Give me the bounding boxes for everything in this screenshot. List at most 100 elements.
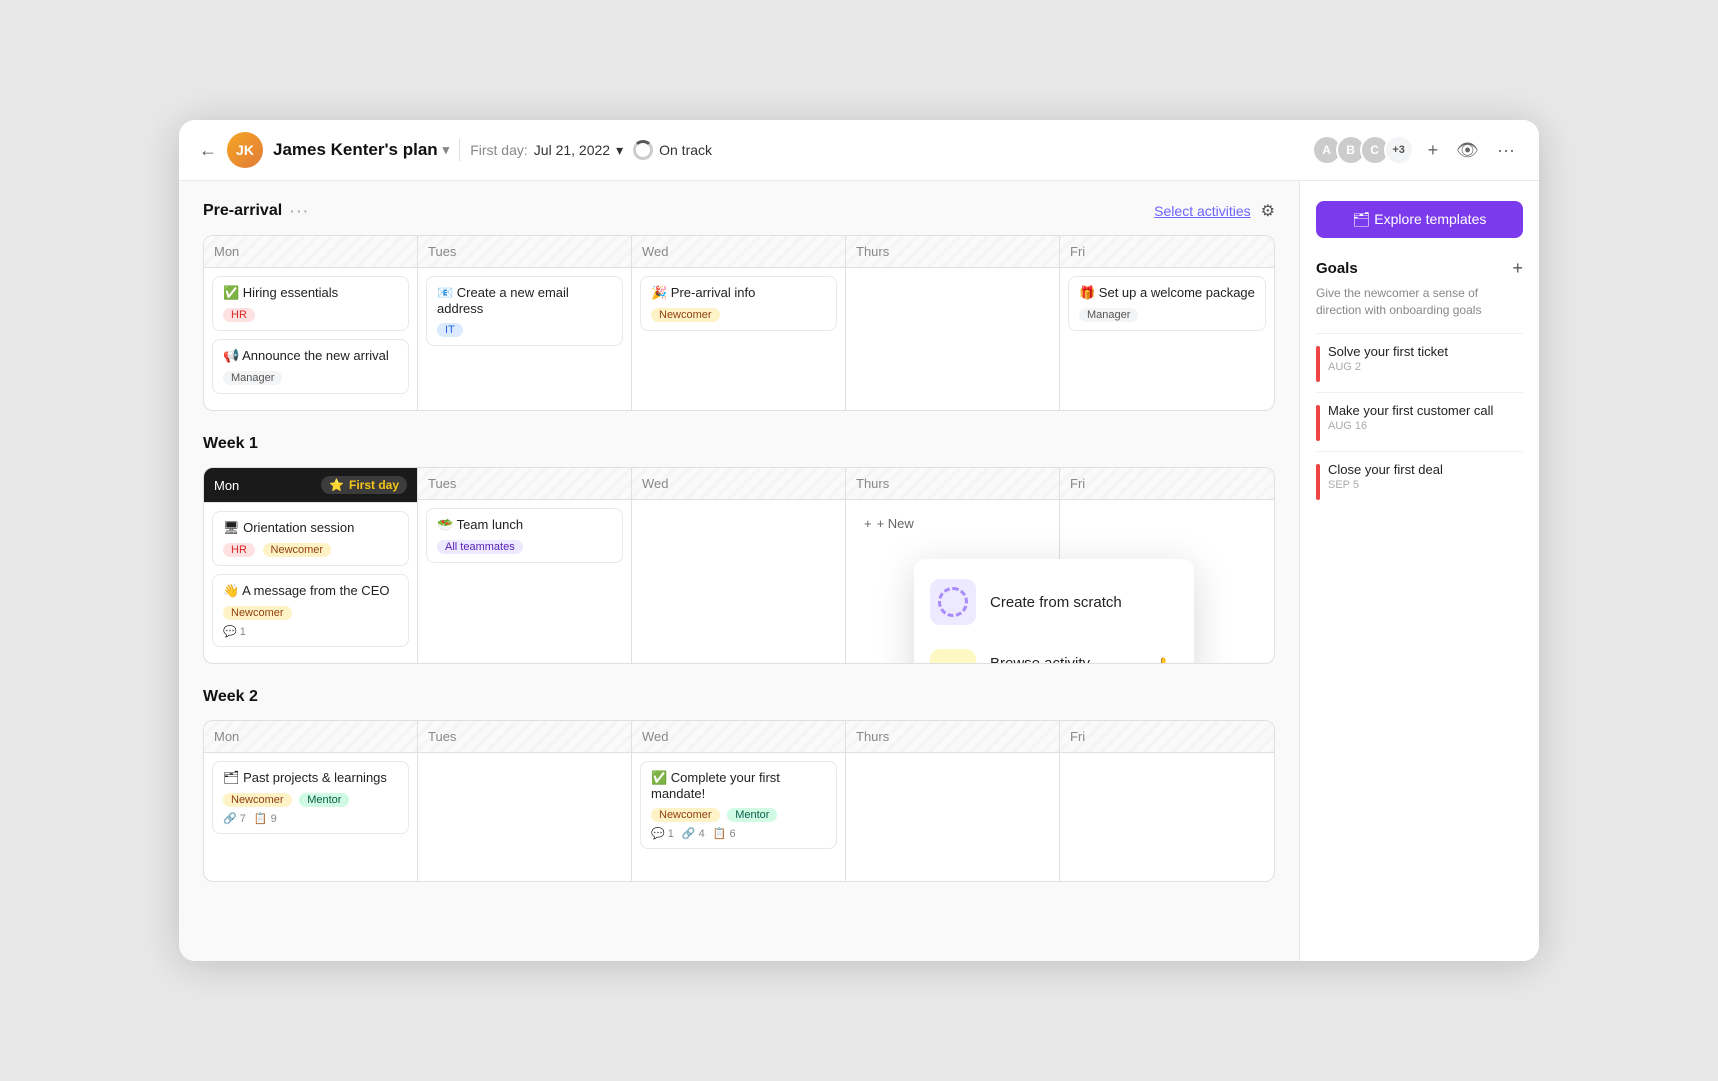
week2-wed-header: Wed: [632, 721, 845, 753]
pre-arrival-title-text: Pre-arrival: [203, 202, 282, 220]
filter-icon[interactable]: ⚙: [1261, 201, 1275, 221]
browse-library-icon-box: [930, 649, 976, 664]
add-collaborator-button[interactable]: +: [1424, 136, 1443, 165]
link-count: 🔗 7: [223, 812, 246, 825]
dropdown-item-create[interactable]: Create from scratch: [914, 567, 1194, 637]
week2-wed-col: Wed ✅ Complete your first mandate! Newco…: [632, 721, 846, 881]
pre-arrival-fri-header: Fri: [1060, 236, 1274, 268]
card-title: ✅ Complete your first mandate!: [651, 770, 826, 801]
goal-text: Solve your first ticket: [1328, 344, 1448, 359]
explore-templates-button[interactable]: 🗂 Explore templates: [1316, 201, 1523, 238]
new-activity-dropdown: Create from scratch: [914, 559, 1194, 664]
week1-tues-col: Tues 🥗 Team lunch All teammates: [418, 468, 632, 663]
pre-arrival-mon-header: Mon: [204, 236, 417, 268]
header-divider: [459, 139, 460, 161]
week2-fri-body: [1060, 753, 1274, 769]
week2-thurs-header: Thurs: [846, 721, 1059, 753]
link-count: 🔗 4: [682, 827, 705, 840]
first-day-badge[interactable]: First day: Jul 21, 2022 ▾: [470, 142, 623, 159]
header-left: ← JK James Kenter's plan ▾ First day: Ju…: [199, 132, 1298, 168]
view-button[interactable]: 👁: [1452, 136, 1483, 165]
card-welcome-package[interactable]: 🎁 Set up a welcome package Manager: [1068, 276, 1266, 331]
pre-arrival-dots[interactable]: ···: [290, 203, 310, 219]
comment-count: 💬 1: [223, 625, 246, 638]
goal-solve-ticket[interactable]: Solve your first ticket AUG 2: [1316, 333, 1523, 392]
on-track-label: On track: [659, 142, 712, 158]
day-label: Mon: [214, 478, 239, 493]
card-pre-arrival-info[interactable]: 🎉 Pre-arrival info Newcomer: [640, 276, 837, 331]
goals-description: Give the newcomer a sense of direction w…: [1316, 285, 1523, 319]
pre-arrival-thurs-header: Thurs: [846, 236, 1059, 268]
week2-mon-header: Mon: [204, 721, 417, 753]
goal-customer-call[interactable]: Make your first customer call AUG 16: [1316, 392, 1523, 451]
goals-title: Goals: [1316, 260, 1358, 277]
tag-it: IT: [437, 323, 463, 337]
dropdown-item-browse[interactable]: Browse activity library 👆: [914, 637, 1194, 664]
card-team-lunch[interactable]: 🥗 Team lunch All teammates: [426, 508, 623, 563]
week1-mon-header: Mon ⭐ First day: [204, 468, 417, 503]
goal-date: SEP 5: [1328, 479, 1443, 491]
more-options-button[interactable]: ···: [1493, 136, 1519, 165]
card-title: 🎁 Set up a welcome package: [1079, 285, 1255, 301]
card-ceo-message[interactable]: 👋 A message from the CEO Newcomer 💬 1: [212, 574, 409, 647]
card-complete-mandate[interactable]: ✅ Complete your first mandate! Newcomer …: [640, 761, 837, 849]
header: ← JK James Kenter's plan ▾ First day: Ju…: [179, 120, 1539, 181]
card-past-projects[interactable]: 🗂 Past projects & learnings Newcomer Men…: [212, 761, 409, 834]
spinner-icon: [633, 140, 653, 160]
week2-tues-body: [418, 753, 631, 769]
card-email-address[interactable]: 📧 Create a new email address IT: [426, 276, 623, 346]
avatar: JK: [227, 132, 263, 168]
create-scratch-icon-box: [930, 579, 976, 625]
calendar-area: Pre-arrival ··· Select activities ⚙ Mon: [179, 181, 1299, 961]
tag-newcomer: Newcomer: [223, 606, 292, 620]
pre-arrival-title: Pre-arrival ···: [203, 202, 310, 220]
collaborator-count[interactable]: +3: [1384, 135, 1414, 165]
pre-arrival-mon-body: ✅ Hiring essentials HR 📢 Announce the ne…: [204, 268, 417, 410]
pre-arrival-thurs-col: Thurs: [846, 236, 1060, 410]
tag-newcomer: Newcomer: [651, 808, 720, 822]
main-content: Pre-arrival ··· Select activities ⚙ Mon: [179, 181, 1539, 961]
goal-content: Solve your first ticket AUG 2: [1328, 344, 1448, 373]
plan-title[interactable]: James Kenter's plan ▾: [273, 140, 449, 160]
create-scratch-label: Create from scratch: [990, 594, 1122, 611]
goal-date: AUG 16: [1328, 420, 1493, 432]
tag-mentor: Mentor: [727, 808, 777, 822]
back-button[interactable]: ←: [199, 140, 217, 161]
on-track-status: On track: [633, 140, 712, 160]
week1-grid: Mon ⭐ First day 🖥 Orientation session HR…: [203, 467, 1275, 664]
goal-text: Make your first customer call: [1328, 403, 1493, 418]
new-activity-button[interactable]: + + New: [854, 508, 924, 539]
card-meta: 💬 1: [223, 625, 398, 638]
card-meta: 🔗 7 📋 9: [223, 812, 398, 825]
card-hiring-essentials[interactable]: ✅ Hiring essentials HR: [212, 276, 409, 331]
goal-text: Close your first deal: [1328, 462, 1443, 477]
pre-arrival-mon-col: Mon ✅ Hiring essentials HR 📢 Announce th…: [204, 236, 418, 410]
goal-content: Close your first deal SEP 5: [1328, 462, 1443, 491]
week1-section: Week 1 Mon ⭐ First day: [203, 435, 1275, 664]
week1-wed-col: Wed: [632, 468, 846, 663]
week2-fri-col: Fri: [1060, 721, 1274, 881]
task-count: 📋 6: [713, 827, 736, 840]
select-activities-link[interactable]: Select activities: [1154, 203, 1250, 219]
week1-thurs-col: Thurs + + New: [846, 468, 1060, 663]
app-window: ← JK James Kenter's plan ▾ First day: Ju…: [179, 120, 1539, 961]
week2-section: Week 2 Mon 🗂 Past projects & learnings N…: [203, 688, 1275, 882]
week1-wed-header: Wed: [632, 468, 845, 500]
plan-title-text: James Kenter's plan: [273, 140, 438, 160]
header-right: A B C +3 + 👁 ···: [1312, 135, 1519, 165]
card-title: 🎉 Pre-arrival info: [651, 285, 826, 301]
card-announce-arrival[interactable]: 📢 Announce the new arrival Manager: [212, 339, 409, 394]
pre-arrival-tues-body: 📧 Create a new email address IT: [418, 268, 631, 362]
comment-count: 💬 1: [651, 827, 674, 840]
tag-newcomer: Newcomer: [263, 543, 332, 557]
card-title: 👋 A message from the CEO: [223, 583, 398, 599]
week1-label: Week 1: [203, 435, 1275, 453]
week1-thurs-body: + + New Create fro: [846, 500, 1059, 547]
pre-arrival-fri-col: Fri 🎁 Set up a welcome package Manager: [1060, 236, 1274, 410]
tag-all-teammates: All teammates: [437, 540, 523, 554]
week1-tues-body: 🥗 Team lunch All teammates: [418, 500, 631, 579]
card-orientation[interactable]: 🖥 Orientation session HR Newcomer: [212, 511, 409, 566]
week1-thurs-header: Thurs: [846, 468, 1059, 500]
goal-first-deal[interactable]: Close your first deal SEP 5: [1316, 451, 1523, 510]
add-goal-button[interactable]: +: [1512, 258, 1523, 279]
